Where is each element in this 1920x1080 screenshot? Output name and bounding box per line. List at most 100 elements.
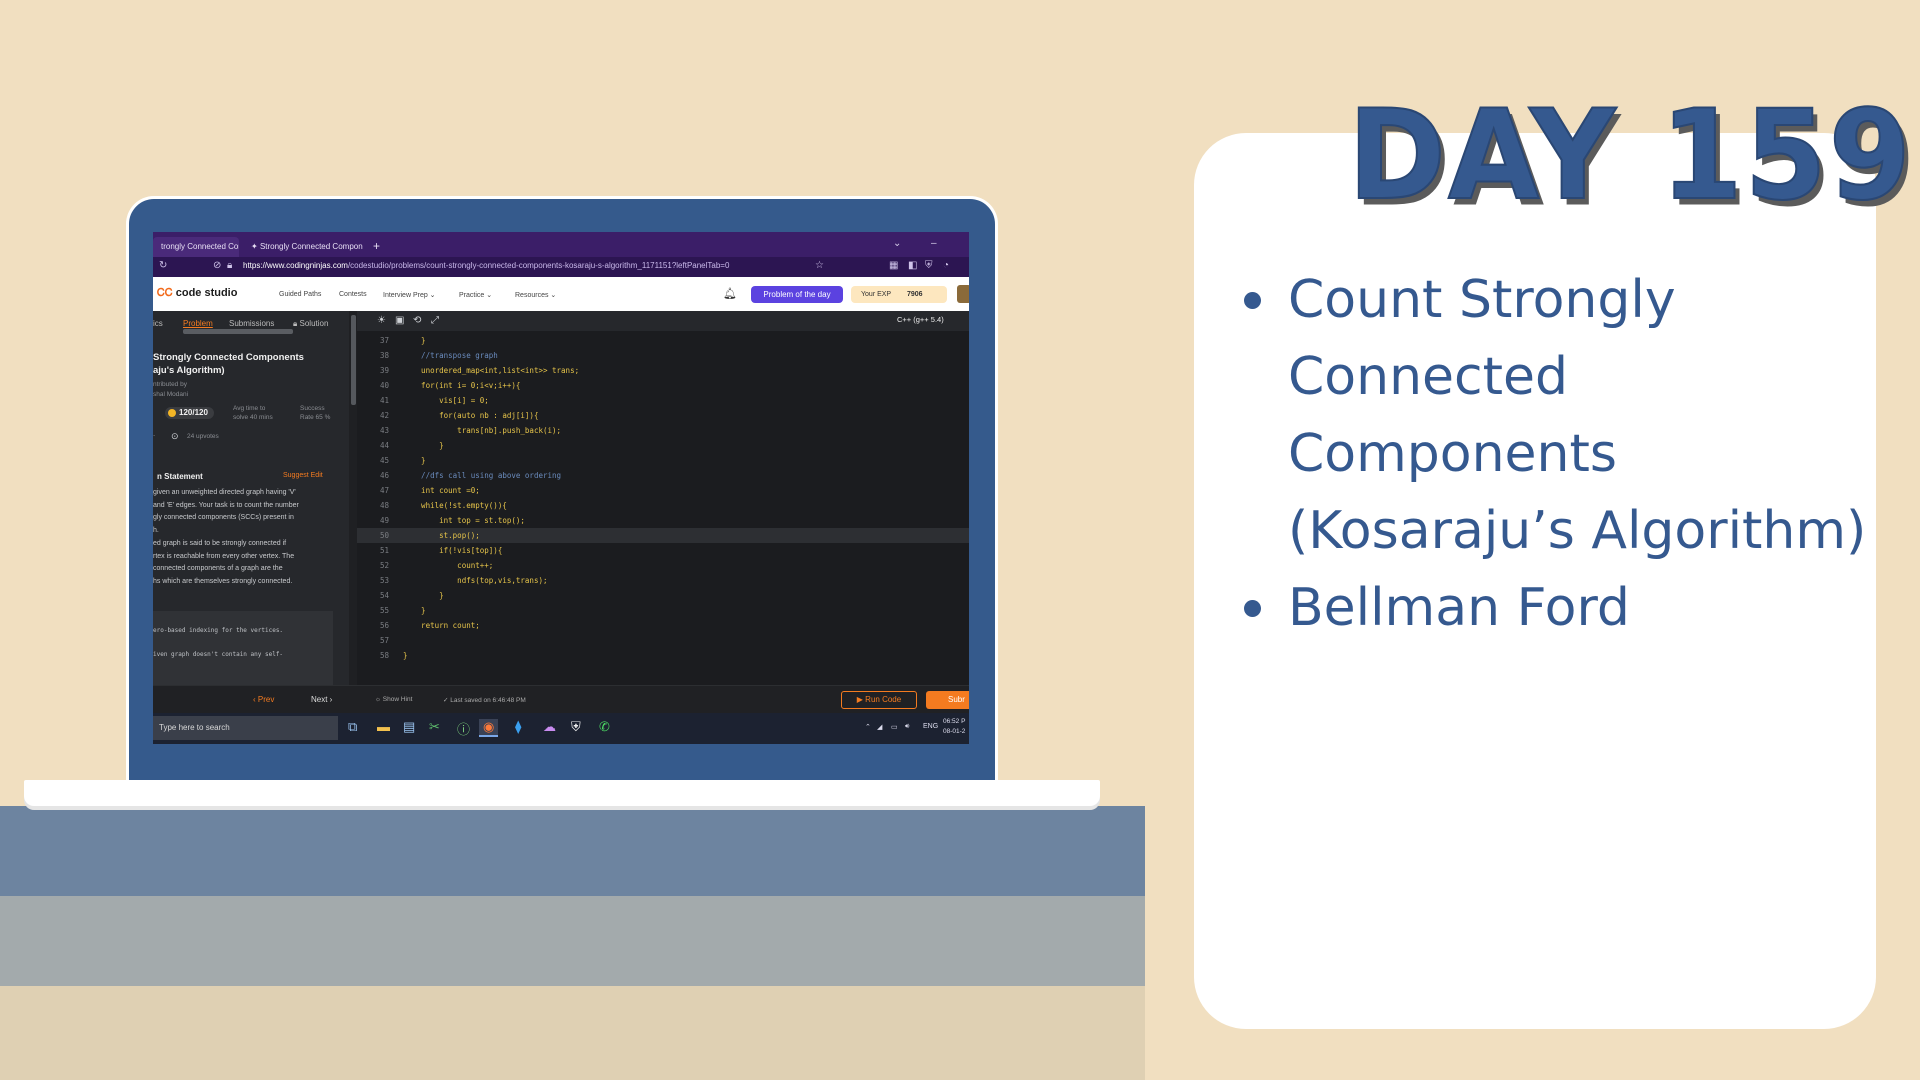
cloud-icon[interactable]: ☁: [543, 719, 556, 735]
code-text: }: [403, 651, 408, 660]
line-number: 46: [379, 471, 389, 480]
tray-battery-icon[interactable]: ▭: [891, 723, 898, 731]
extension-icon[interactable]: ◧: [908, 260, 917, 271]
theme-sun-icon[interactable]: ☀: [377, 315, 386, 326]
security-icon[interactable]: ⛨: [571, 719, 581, 735]
code-line[interactable]: 40 for(int i= 0;i<v;i++){: [357, 378, 969, 393]
scrollbar-thumb[interactable]: [351, 315, 356, 405]
taskbar-search-input[interactable]: Type here to search: [153, 716, 338, 740]
nav-guided-paths[interactable]: Guided Paths: [279, 291, 321, 298]
code-line[interactable]: 38 //transpose graph: [357, 348, 969, 363]
save-icon[interactable]: ▣: [395, 315, 404, 326]
tray-language[interactable]: ENG: [923, 723, 938, 730]
code-line[interactable]: 48 while(!st.empty()){: [357, 498, 969, 513]
task-view-icon[interactable]: ⧉: [348, 719, 357, 735]
show-hint-button[interactable]: ☼ Show Hint: [375, 696, 412, 703]
line-number: 39: [379, 366, 389, 375]
language-select[interactable]: C++ (g++ 5.4): [897, 315, 944, 324]
minimize-icon[interactable]: –: [931, 238, 937, 249]
apps-grid-icon[interactable]: ▦: [889, 260, 898, 271]
code-line[interactable]: 57: [357, 633, 969, 648]
taskbar-clock[interactable]: 06:52 P 08-01-2: [943, 717, 965, 737]
suggest-edit-link[interactable]: Suggest Edit: [283, 472, 323, 479]
section-heading: n Statement: [157, 472, 203, 481]
code-text: }: [403, 336, 426, 345]
browser-tab-active[interactable]: ✦ Strongly Connected Componen ×: [243, 237, 363, 257]
code-line[interactable]: 42 for(auto nb : adj[i]){: [357, 408, 969, 423]
code-line[interactable]: 43 trans[nb].push_back(i);: [357, 423, 969, 438]
laptop-screen: trongly Connected Com × ✦ Strongly Conne…: [153, 232, 969, 744]
code-text: }: [403, 456, 426, 465]
dots-icon[interactable]: ·: [153, 432, 155, 439]
line-number: 58: [379, 651, 389, 660]
code-line[interactable]: 41 vis[i] = 0;: [357, 393, 969, 408]
lock-icon[interactable]: 🔒︎: [227, 260, 232, 271]
code-editor[interactable]: 37 } 38 //transpose graph 39 unordered_map…: [357, 331, 969, 685]
code-text: }: [403, 441, 444, 450]
reset-icon[interactable]: ⟲: [413, 315, 421, 326]
code-line[interactable]: 55 }: [357, 603, 969, 618]
contributor-name: shal Modani: [153, 391, 189, 398]
code-line[interactable]: 49 int top = st.top();: [357, 513, 969, 528]
tray-chevron-icon[interactable]: ⌃: [865, 723, 871, 731]
prev-button[interactable]: ‹ Prev: [253, 695, 274, 704]
code-line[interactable]: 54 }: [357, 588, 969, 603]
tab-topics[interactable]: ics: [153, 319, 163, 328]
whatsapp-icon[interactable]: ✆: [599, 719, 610, 735]
bell-icon[interactable]: 🔔︎: [723, 287, 737, 300]
problem-panel: ics Problem Submissions 🔒︎ Solution Stro…: [153, 311, 349, 685]
tab-submissions[interactable]: Submissions: [229, 319, 274, 328]
code-line[interactable]: 45 }: [357, 453, 969, 468]
chevron-down-icon[interactable]: ⌄: [893, 238, 901, 249]
new-tab-button[interactable]: +: [371, 237, 387, 257]
editor-footer: ‹ Prev Next › ☼ Show Hint ✓ Last saved o…: [153, 685, 969, 713]
tray-network-icon[interactable]: ◢: [877, 723, 882, 731]
nav-practice[interactable]: Practice ⌄: [459, 291, 492, 299]
run-code-button[interactable]: ▶ Run Code: [841, 691, 917, 709]
code-line[interactable]: 39 unordered_map<int,list<int>> trans;: [357, 363, 969, 378]
code-line[interactable]: 44 }: [357, 438, 969, 453]
upvote-icon[interactable]: ⊙: [171, 431, 179, 442]
code-line[interactable]: 53 ndfs(top,vis,trans);: [357, 573, 969, 588]
tray-volume-icon[interactable]: 🔊︎: [905, 723, 909, 731]
url-input[interactable]: https://www.codingninjas.com/codestudio/…: [243, 261, 823, 274]
horizontal-scrollbar[interactable]: [183, 329, 293, 334]
store-icon[interactable]: ▤: [403, 719, 415, 735]
panel-scrollbar[interactable]: [349, 311, 357, 685]
site-header: ᏟᏟ code studio Guided Paths Contests Int…: [153, 277, 969, 311]
problem-of-the-day-button[interactable]: Problem of the day: [751, 286, 843, 303]
code-line[interactable]: 56 return count;: [357, 618, 969, 633]
avatar[interactable]: [957, 285, 969, 303]
code-line[interactable]: 51 if(!vis[top]){: [357, 543, 969, 558]
code-line[interactable]: 37 }: [357, 333, 969, 348]
code-line[interactable]: 46 //dfs call using above ordering: [357, 468, 969, 483]
nav-contests[interactable]: Contests: [339, 291, 367, 298]
browser-tab[interactable]: trongly Connected Com ×: [153, 237, 239, 257]
code-line[interactable]: 47 int count =0;: [357, 483, 969, 498]
vscode-icon[interactable]: ⧫: [515, 719, 521, 735]
code-line[interactable]: 50 st.pop();: [357, 528, 969, 543]
line-number: 54: [379, 591, 389, 600]
code-text: return count;: [403, 621, 480, 630]
nav-resources[interactable]: Resources ⌄: [515, 291, 556, 299]
tracking-shield-icon[interactable]: ⊘: [213, 260, 221, 271]
tab-problem[interactable]: Problem: [183, 319, 213, 328]
line-number: 57: [379, 636, 389, 645]
snip-tool-icon[interactable]: ✂: [429, 719, 440, 735]
fullscreen-icon[interactable]: ⤢: [431, 315, 439, 326]
nav-interview-prep[interactable]: Interview Prep ⌄: [383, 291, 436, 299]
reload-icon[interactable]: ↻: [159, 260, 167, 271]
codestudio-logo[interactable]: ᏟᏟ code studio: [157, 287, 237, 300]
tab-solution[interactable]: 🔒︎ Solution: [293, 319, 328, 329]
shield-icon[interactable]: ⛨: [925, 260, 933, 271]
incognito-icon[interactable]: ◔: [943, 260, 949, 271]
code-line[interactable]: 52 count++;: [357, 558, 969, 573]
submit-button[interactable]: Subr: [926, 691, 969, 709]
bookmark-star-icon[interactable]: ☆: [815, 260, 824, 271]
file-explorer-icon[interactable]: ▬: [377, 719, 390, 734]
next-button[interactable]: Next ›: [311, 695, 332, 704]
app-icon[interactable]: ⓘ: [457, 719, 470, 738]
firefox-icon[interactable]: ◉: [479, 719, 499, 737]
line-number: 53: [379, 576, 389, 585]
code-line[interactable]: 58}: [357, 648, 969, 663]
